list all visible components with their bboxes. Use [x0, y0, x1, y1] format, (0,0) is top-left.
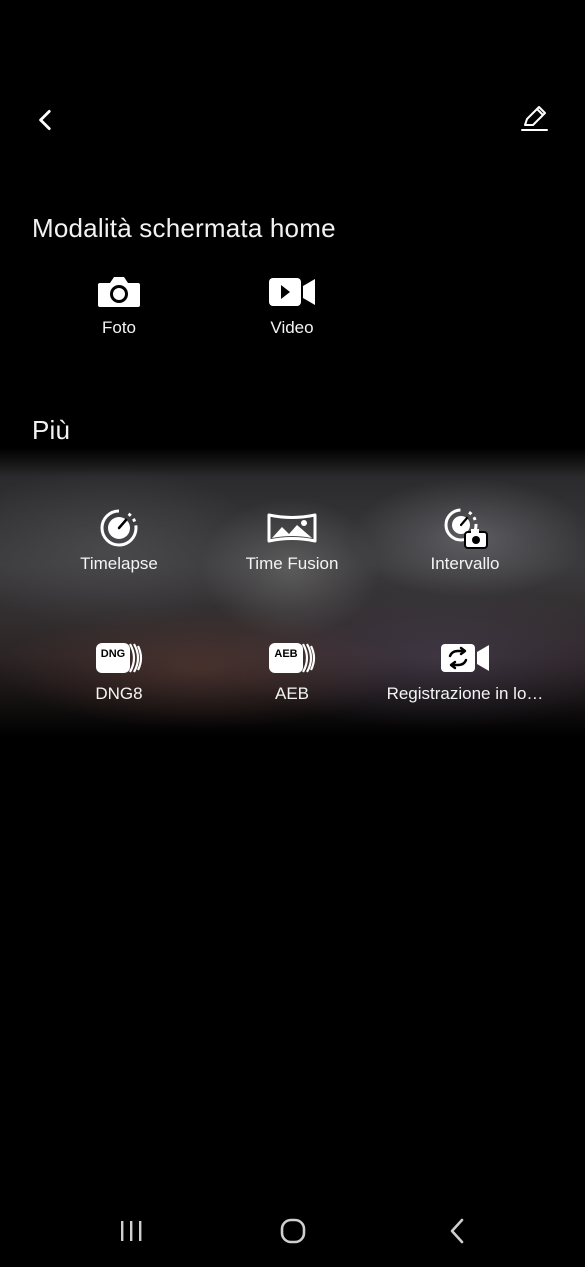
- mode-label: Foto: [101, 318, 137, 337]
- recents-button[interactable]: [91, 1195, 171, 1267]
- interval-camera-icon: [444, 508, 488, 549]
- chevron-left-icon: [39, 109, 51, 131]
- svg-text:AEB: AEB: [274, 648, 297, 660]
- loop-recording-icon: [441, 644, 489, 672]
- pencil-icon: [521, 106, 548, 131]
- navigation-bar: [0, 1195, 585, 1267]
- nav-back-button[interactable]: [418, 1195, 498, 1267]
- mode-timelapse[interactable]: Timelapse: [29, 506, 209, 574]
- timelapse-icon: [100, 509, 138, 547]
- mode-time-fusion[interactable]: Time Fusion: [202, 506, 382, 574]
- mode-foto[interactable]: Foto: [29, 270, 209, 338]
- aeb-icon: AEB: [269, 643, 316, 673]
- edit-button[interactable]: [510, 94, 558, 142]
- video-camera-icon: [269, 278, 315, 306]
- mode-dng8[interactable]: DNG DNG8: [29, 636, 209, 704]
- svg-text:DNG: DNG: [101, 648, 125, 660]
- mode-label: DNG8: [95, 684, 143, 703]
- mode-video[interactable]: Video: [202, 270, 382, 338]
- mode-label: Video: [270, 318, 314, 337]
- back-button[interactable]: [22, 96, 70, 144]
- mode-label: Timelapse: [80, 554, 158, 573]
- mode-intervallo[interactable]: Intervallo: [375, 506, 555, 574]
- mode-label: Intervallo: [430, 554, 500, 573]
- mode-label: AEB: [274, 684, 310, 703]
- home-modes-title: Modalità schermata home: [32, 213, 336, 243]
- more-title: Più: [32, 415, 71, 445]
- home-icon: [280, 1218, 306, 1244]
- mode-label: Registrazione in lo…: [386, 684, 544, 703]
- mode-aeb[interactable]: AEB AEB: [202, 636, 382, 704]
- home-button[interactable]: [253, 1195, 333, 1267]
- mode-loop-recording[interactable]: Registrazione in lo…: [375, 636, 555, 704]
- recents-icon: [121, 1221, 142, 1241]
- mode-label: Time Fusion: [245, 554, 339, 573]
- panorama-icon: [267, 513, 317, 543]
- dng-icon: DNG: [96, 643, 143, 673]
- camera-icon: [98, 277, 140, 307]
- back-icon: [450, 1218, 464, 1244]
